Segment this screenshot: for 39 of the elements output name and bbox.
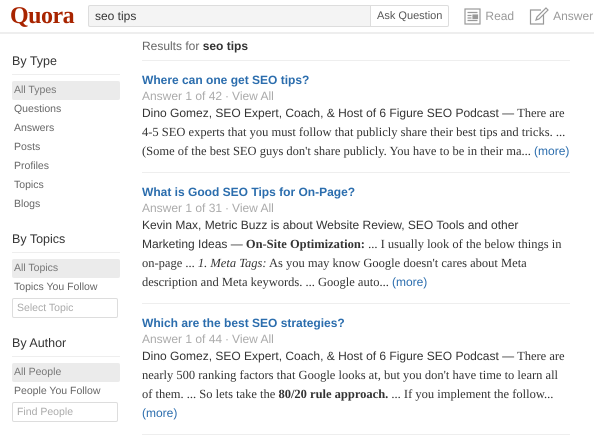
- answer-snippet: Dino Gomez, SEO Expert, Coach, & Host of 6 Figure SEO Podcast — There are nearly 500 ranking factors that Google looks at, but you don't have time to learn all of them. ... So lets take the 80/20 rule approach. ... If you implement the follow... (more): [142, 348, 566, 422]
- answer-snippet: Kevin Max, Metric Buzz is about Website Review, SEO Tools and other Marketing Ideas — On-Site Optimization: ... I usually look of the below things in on-page ... 1. Meta Tags: As you may know Google doesn't cares about Meta description and Meta keywords. ... Google auto... (more): [142, 217, 562, 291]
- filter-option[interactable]: Profiles: [12, 157, 120, 176]
- filter-option[interactable]: Topics You Follow: [12, 278, 120, 297]
- filter-option[interactable]: Topics: [12, 176, 120, 195]
- question-link[interactable]: What is Good SEO Tips for On-Page?: [142, 184, 570, 201]
- filter-option[interactable]: Questions: [12, 100, 120, 119]
- separator-dot: ·: [225, 332, 230, 347]
- results-heading: Results for seo tips: [142, 39, 570, 61]
- logo[interactable]: Quora: [10, 2, 88, 30]
- filter-heading: By Author: [12, 336, 120, 357]
- filter-option[interactable]: All Topics: [12, 259, 120, 278]
- nav-link[interactable]: Read: [485, 9, 514, 23]
- filter-input-field[interactable]: Select Topic: [12, 298, 118, 318]
- answer-count: Answer 1 of 31: [142, 201, 222, 216]
- question-link[interactable]: Where can one get SEO tips?: [142, 72, 570, 89]
- answer-count: Answer 1 of 42: [142, 89, 222, 104]
- filter-option[interactable]: All Types: [12, 81, 120, 100]
- answer-count: Answer 1 of 44: [142, 332, 222, 347]
- filter-option[interactable]: All People: [12, 363, 120, 382]
- filter-heading: By Type: [12, 54, 120, 75]
- question-link[interactable]: Which are the best SEO strategies?: [142, 315, 570, 332]
- filter-option[interactable]: Posts: [12, 138, 120, 157]
- separator-dot: ·: [225, 89, 230, 104]
- nav-link[interactable]: Answer: [553, 9, 594, 23]
- article-icon: [464, 8, 482, 24]
- ask-question-button[interactable]: Ask Question: [370, 5, 450, 27]
- more-link[interactable]: (more): [392, 275, 428, 289]
- more-link[interactable]: (more): [142, 406, 178, 420]
- filter-option[interactable]: Answers: [12, 119, 120, 138]
- filter-option[interactable]: Blogs: [12, 195, 120, 214]
- more-link[interactable]: (more): [534, 144, 570, 158]
- filter-input-field[interactable]: Find People: [12, 402, 118, 422]
- filter-heading: By Topics: [12, 232, 120, 253]
- pencil-icon: [529, 7, 550, 25]
- filter-option[interactable]: People You Follow: [12, 382, 120, 401]
- answer-snippet: Dino Gomez, SEO Expert, Coach, & Host of 6 Figure SEO Podcast — There are 4-5 SEO experts that you must follow that publicly share their best tips and tricks. ... (Some of the best SEO guys don't share publicly. You have to be in their ma... (more): [142, 105, 570, 160]
- separator-dot: ·: [225, 201, 230, 216]
- search-field[interactable]: seo tips: [88, 5, 370, 27]
